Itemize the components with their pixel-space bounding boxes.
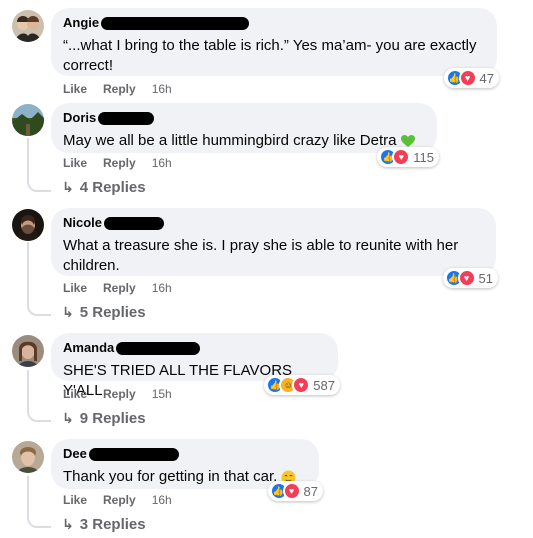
- redaction-bar: [116, 342, 201, 355]
- timestamp[interactable]: 16h: [152, 156, 172, 170]
- like-button[interactable]: Like: [63, 281, 87, 295]
- like-button[interactable]: Like: [63, 493, 87, 507]
- love-reaction-icon: ♥: [458, 69, 477, 87]
- thread-hook: [27, 406, 51, 422]
- reply-arrow-icon: ↳: [62, 516, 74, 532]
- replies-count: 3 Replies: [79, 516, 146, 533]
- reply-button[interactable]: Reply: [103, 387, 136, 401]
- reaction-count: 587: [313, 377, 335, 393]
- avatar[interactable]: [12, 104, 44, 136]
- replies-count: 9 Replies: [79, 410, 146, 427]
- reaction-summary[interactable]: 👍 ☺ ♥ 587: [264, 375, 340, 395]
- love-reaction-icon: ♥: [457, 269, 476, 287]
- timestamp[interactable]: 16h: [152, 493, 172, 507]
- avatar[interactable]: [12, 209, 44, 241]
- thread-hook: [27, 512, 51, 528]
- reply-button[interactable]: Reply: [103, 156, 136, 170]
- reply-button[interactable]: Reply: [103, 281, 136, 295]
- thread-hook: [27, 176, 51, 192]
- reaction-count: 51: [478, 270, 493, 286]
- reaction-summary[interactable]: 👍 ♥ 115: [377, 147, 439, 167]
- comment-author[interactable]: Amanda: [63, 340, 114, 356]
- reply-arrow-icon: ↳: [62, 304, 74, 320]
- comment-author[interactable]: Nicole: [63, 215, 102, 231]
- comment-author[interactable]: Doris: [63, 110, 96, 126]
- view-replies-link[interactable]: ↳ 9 Replies: [62, 410, 146, 427]
- comment-text-body: May we all be a little hummingbird crazy…: [63, 132, 397, 149]
- timestamp[interactable]: 15h: [152, 387, 172, 401]
- replies-count: 4 Replies: [79, 179, 146, 196]
- comment-text-body: Thank you for getting in that car.: [63, 468, 278, 485]
- comment-bubble: Nicole What a treasure she is. I pray sh…: [51, 208, 498, 288]
- timestamp[interactable]: 16h: [152, 281, 172, 295]
- love-reaction-icon: ♥: [292, 376, 311, 394]
- comment-text: “...what I bring to the table is rich.” …: [63, 37, 477, 74]
- love-reaction-icon: ♥: [282, 482, 301, 500]
- reaction-count: 87: [303, 483, 318, 499]
- love-reaction-icon: ♥: [392, 148, 411, 166]
- avatar[interactable]: [12, 10, 44, 42]
- redaction-bar: [88, 448, 179, 461]
- comment-author[interactable]: Angie: [63, 15, 99, 31]
- comment-actions: Like Reply 16h: [63, 82, 172, 96]
- redaction-bar: [104, 217, 165, 230]
- comment-actions: Like Reply 16h: [63, 156, 172, 170]
- like-button[interactable]: Like: [63, 82, 87, 96]
- reply-arrow-icon: ↳: [62, 179, 74, 195]
- redaction-bar: [98, 112, 155, 125]
- redaction-bar: [101, 17, 250, 30]
- comment-actions: Like Reply 15h: [63, 387, 172, 401]
- comment-actions: Like Reply 16h: [63, 281, 172, 295]
- timestamp[interactable]: 16h: [152, 82, 172, 96]
- comment-author[interactable]: Dee: [63, 446, 87, 462]
- comment-bubble: Doris May we all be a little hummingbird…: [51, 103, 439, 167]
- avatar[interactable]: [12, 441, 44, 473]
- view-replies-link[interactable]: ↳ 4 Replies: [62, 179, 146, 196]
- comment-text: May we all be a little hummingbird crazy…: [63, 131, 425, 151]
- comment-bubble: Amanda SHE'S TRIED ALL THE FLAVORS Y'ALL…: [51, 333, 340, 399]
- reply-arrow-icon: ↳: [62, 410, 74, 426]
- comment-bubble: Angie “...what I bring to the table is r…: [51, 8, 499, 88]
- thread-hook: [27, 300, 51, 316]
- reaction-summary[interactable]: 👍 ♥ 87: [267, 481, 323, 501]
- reply-button[interactable]: Reply: [103, 82, 136, 96]
- comment-bubble: Dee Thank you for getting in that car. 👍…: [51, 439, 323, 501]
- comment-text: What a treasure she is. I pray she is ab…: [63, 237, 459, 274]
- thread-line: [27, 242, 29, 302]
- thread-line: [27, 476, 29, 514]
- comment-actions: Like Reply 16h: [63, 493, 172, 507]
- view-replies-link[interactable]: ↳ 5 Replies: [62, 304, 146, 321]
- reaction-summary[interactable]: 👍 ♥ 51: [442, 268, 498, 288]
- thread-line: [27, 138, 29, 178]
- like-button[interactable]: Like: [63, 387, 87, 401]
- reaction-summary[interactable]: 👍 ♥ 47: [443, 68, 499, 88]
- reaction-count: 115: [413, 149, 434, 165]
- green-heart-emoji: [400, 134, 415, 147]
- replies-count: 5 Replies: [79, 304, 146, 321]
- reaction-count: 47: [479, 70, 494, 86]
- reply-button[interactable]: Reply: [103, 493, 136, 507]
- like-button[interactable]: Like: [63, 156, 87, 170]
- thread-line: [27, 370, 29, 408]
- avatar[interactable]: [12, 335, 44, 367]
- view-replies-link[interactable]: ↳ 3 Replies: [62, 516, 146, 533]
